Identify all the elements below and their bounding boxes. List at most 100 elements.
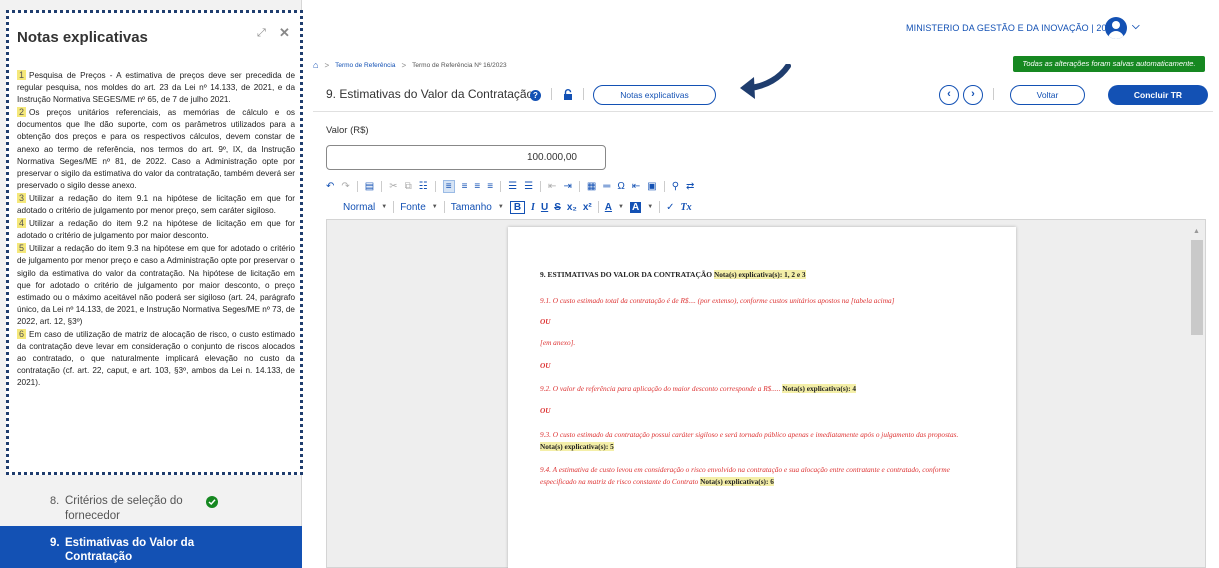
cut-icon[interactable]: ✂ <box>389 181 397 192</box>
scrollbar[interactable]: ▲ <box>1191 228 1203 568</box>
expand-icon[interactable]: ⤢ <box>257 27 266 40</box>
bold-button[interactable]: B <box>509 200 526 214</box>
valor-label: Valor (R$) <box>326 125 369 136</box>
scroll-up-icon[interactable]: ▲ <box>1193 228 1200 235</box>
divider <box>540 180 542 192</box>
help-icon[interactable]: ? <box>530 90 541 101</box>
scrollbar-thumb[interactable] <box>1191 240 1203 335</box>
avatar-icon[interactable] <box>1105 17 1127 39</box>
sidebar-item-label: Estimativas do Valor da Contratação <box>65 537 195 563</box>
bullet-list-icon[interactable]: ☰ <box>524 181 533 192</box>
divider <box>583 88 584 100</box>
caret-down-icon: ▼ <box>618 204 624 210</box>
finish-button[interactable]: Concluir TR <box>1108 85 1208 105</box>
brush-icon[interactable]: ✓ <box>666 202 674 213</box>
clear-format-button[interactable]: Tx <box>681 202 692 213</box>
redo-icon[interactable]: ↷ <box>341 181 349 192</box>
copy-icon[interactable]: ⧉ <box>405 181 412 192</box>
format-dropdown[interactable]: Normal <box>343 202 375 213</box>
superscript-button[interactable]: x² <box>583 202 592 213</box>
sidebar-item-number: 9. <box>50 537 60 549</box>
notes-panel: Notas explicativas ⤢ ✕ 1 Pesquisa de Preç… <box>6 10 303 475</box>
underline-button[interactable]: U <box>541 202 548 213</box>
note-item: 4 Utilizar a redação do item 9.2 na hipót… <box>17 217 295 242</box>
paragraph: 9.3. O custo estimado da contratação pos… <box>540 429 980 453</box>
document-page[interactable]: 9. ESTIMATIVAS DO VALOR DA CONTRATAÇÃO N… <box>508 227 1016 568</box>
breadcrumb-current: Termo de Referência Nº 16/2023 <box>412 61 507 69</box>
strikethrough-button[interactable]: S <box>554 202 561 213</box>
note-item: 3 Utilizar a redação do item 9.1 na hipót… <box>17 192 295 217</box>
divider <box>659 201 661 213</box>
sidebar-item-estimativas[interactable]: 9. Estimativas do Valor da Contratação <box>0 526 302 568</box>
notes-button[interactable]: Notas explicativas <box>593 85 716 105</box>
note-text: Pesquisa de Preços - A estimativa de pre… <box>17 71 295 105</box>
table-icon[interactable]: ▦ <box>587 181 596 192</box>
note-text: Utilizar a redação do item 9.3 na hipóte… <box>17 244 295 326</box>
note-item: 5 Utilizar a redação do item 9.3 na hipót… <box>17 242 295 328</box>
paragraph-text: 9.2. O valor de referência para aplicaçã… <box>540 384 781 393</box>
paragraph-ou: OU <box>540 317 551 326</box>
note-number: 3 <box>17 192 27 203</box>
divider <box>434 180 436 192</box>
note-text: Utilizar a redação do item 9.2 na hipóte… <box>17 219 295 241</box>
lock-icon[interactable] <box>563 88 573 106</box>
undo-icon[interactable]: ↶ <box>326 181 334 192</box>
caret-down-icon: ▼ <box>647 204 654 210</box>
indent-icon[interactable]: ⇥ <box>563 181 571 192</box>
note-reference[interactable]: Nota(s) explicativa(s): 1, 2 e 3 <box>713 270 806 279</box>
replace-icon[interactable]: ⇄ <box>686 181 694 192</box>
paste-format-icon[interactable]: ▤ <box>365 181 374 192</box>
align-center-icon[interactable]: ≡ <box>462 181 468 192</box>
check-circle-icon <box>206 496 218 508</box>
divider <box>393 201 395 213</box>
horizontal-line-icon[interactable]: ═ <box>603 181 610 192</box>
paragraph: [em anexo]. <box>540 338 576 347</box>
align-left-icon[interactable]: ≡ <box>442 179 455 193</box>
note-reference[interactable]: Nota(s) explicativa(s): 4 <box>782 384 857 393</box>
editor-toolbar-row-2: Normal ▼ Fonte ▼ Tamanho ▼ B I U S x₂ x²… <box>343 199 692 215</box>
breadcrumb: ⌂ > Termo de Referência > Termo de Refer… <box>313 59 507 71</box>
organization-label[interactable]: MINISTERIO DA GESTÃO E DA INOVAÇÃO | 200… <box>906 23 1127 33</box>
breadcrumb-separator: > <box>324 60 330 70</box>
close-icon[interactable]: ✕ <box>279 25 290 41</box>
note-text: Utilizar a redação do item 9.1 na hipóte… <box>17 193 295 216</box>
notes-body: 1 Pesquisa de Preços - A estimativa de pr… <box>17 69 295 389</box>
subscript-button[interactable]: x₂ <box>567 202 577 213</box>
image-icon[interactable]: ▣ <box>647 181 656 192</box>
outdent-icon[interactable]: ⇤ <box>548 181 556 192</box>
sidebar-item-criterios[interactable]: 8. Critérios de seleção do fornecedor <box>0 488 302 526</box>
size-dropdown[interactable]: Tamanho <box>451 202 492 213</box>
justify-icon[interactable]: ≡ <box>487 181 493 192</box>
paragraph: 9.2. O valor de referência para aplicaçã… <box>540 383 980 395</box>
divider <box>597 201 599 213</box>
breadcrumb-link[interactable]: Termo de Referência <box>335 62 395 69</box>
breadcrumb-separator: > <box>401 60 407 70</box>
previous-button[interactable]: ‹ <box>939 85 959 105</box>
note-number: 2 <box>17 107 27 118</box>
background-color-button[interactable]: A <box>629 201 642 213</box>
note-item: 6 Em caso de utilização de matriz de aloc… <box>17 328 295 389</box>
font-dropdown[interactable]: Fonte <box>400 202 426 213</box>
valor-input[interactable]: 100.000,00 <box>326 145 606 170</box>
italic-button[interactable]: I <box>531 202 535 213</box>
note-item: 2 Os preços unitários referenciais, as me… <box>17 106 295 192</box>
text-color-button[interactable]: A <box>605 202 612 213</box>
note-reference[interactable]: Nota(s) explicativa(s): 6 <box>700 477 774 486</box>
back-button[interactable]: Voltar <box>1010 85 1085 105</box>
paragraph-ou: OU <box>540 406 551 415</box>
note-reference[interactable]: Nota(s) explicativa(s): 5 <box>540 442 614 451</box>
home-icon[interactable]: ⌂ <box>313 60 318 70</box>
page-break-icon[interactable]: ⇤ <box>632 181 640 192</box>
note-number: 4 <box>17 218 27 229</box>
next-button[interactable]: › <box>963 85 983 105</box>
special-char-icon[interactable]: Ω <box>617 181 624 192</box>
notes-title: Notas explicativas <box>17 29 148 46</box>
caret-down-icon: ▼ <box>431 204 438 210</box>
align-right-icon[interactable]: ≡ <box>474 181 480 192</box>
paste-icon[interactable]: ☷ <box>419 181 428 192</box>
find-icon[interactable]: ⚲ <box>672 181 679 192</box>
chevron-down-icon[interactable]: ⌵ <box>1132 21 1140 32</box>
note-text: Em caso de utilização de matriz de aloca… <box>17 329 295 388</box>
numbered-list-icon[interactable]: ☰ <box>508 181 517 192</box>
pointer-arrow-icon <box>740 64 791 99</box>
